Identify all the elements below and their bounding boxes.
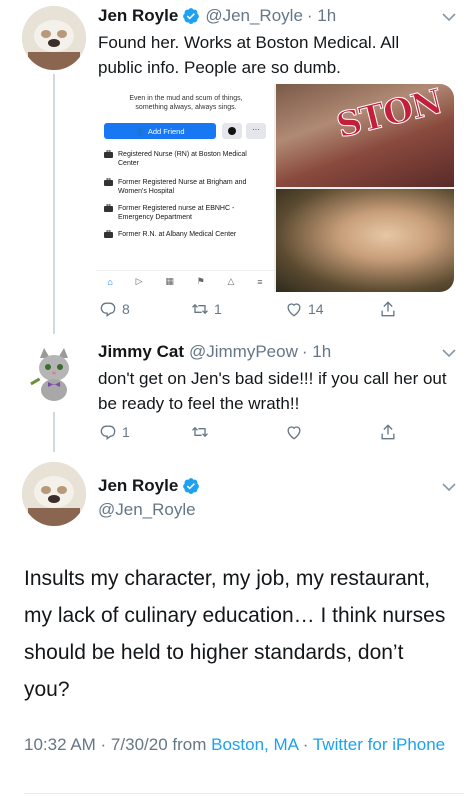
facebook-profile-screenshot: Even in the mud and scum of things, some…: [96, 84, 274, 292]
thread-line: [53, 412, 55, 452]
reply-count: 8: [122, 301, 130, 317]
menu-icon: ≡: [257, 276, 263, 287]
more-button: ···: [246, 123, 266, 139]
tweet-media[interactable]: Even in the mud and scum of things, some…: [96, 84, 454, 292]
chevron-down-icon[interactable]: [442, 12, 456, 22]
avatar-jen-royle[interactable]: [22, 462, 86, 526]
job-text: Former R.N. at Albany Medical Center: [118, 231, 237, 238]
briefcase-icon: [104, 178, 113, 186]
add-friend-button: 👤 Add Friend: [104, 123, 216, 139]
author-name[interactable]: Jen Royle: [98, 6, 178, 26]
tweet-text: don't get on Jen's bad side!!! if you ca…: [98, 369, 447, 413]
add-friend-icon: 👤: [135, 126, 145, 136]
marketplace-icon: ▦: [165, 276, 174, 286]
briefcase-icon: [104, 204, 113, 212]
like-button[interactable]: 14: [284, 299, 324, 319]
verified-badge-icon: [183, 478, 200, 494]
flag-icon: ⚑: [196, 276, 205, 286]
separator: ·: [298, 735, 313, 754]
job-text: Former Registered Nurse at Brigham and W…: [118, 179, 247, 195]
motto-line: Even in the mud and scum of things,: [129, 95, 243, 102]
share-icon: [381, 424, 395, 440]
home-icon: ⌂: [107, 276, 113, 287]
retweet-button[interactable]: [190, 422, 210, 442]
like-button[interactable]: [284, 422, 304, 442]
reply-icon: [100, 425, 116, 440]
retweet-button[interactable]: 1: [190, 299, 222, 319]
like-count: 14: [308, 301, 324, 317]
retweet-icon: [192, 303, 208, 315]
tweet-text: Found her. Works at Boston Medical. All …: [98, 33, 400, 77]
divider: [24, 793, 464, 794]
job-entry: Former Registered nurse at EBNHC - Emerg…: [104, 204, 268, 222]
bell-icon: △: [227, 276, 235, 286]
job-entry: Former Registered Nurse at Brigham and W…: [104, 178, 268, 196]
share-button[interactable]: [378, 299, 398, 319]
author-handle[interactable]: @JimmyPeow: [189, 342, 298, 362]
author-name[interactable]: Jimmy Cat: [98, 342, 184, 362]
reply-count: 1: [122, 424, 130, 440]
retweet-icon: [192, 426, 208, 438]
tweet-time[interactable]: · 1h: [307, 6, 336, 26]
briefcase-icon: [104, 150, 113, 158]
briefcase-icon: [104, 230, 113, 238]
author-handle[interactable]: @Jen_Royle: [205, 6, 303, 26]
chevron-down-icon[interactable]: [442, 482, 456, 492]
like-icon: [287, 426, 301, 440]
photo-selfie: [276, 189, 454, 292]
verified-badge-icon: [183, 8, 200, 24]
messenger-icon: [228, 127, 236, 135]
tweet-metadata: 10:32 AM · 7/30/20 from Boston, MA · Twi…: [24, 733, 454, 756]
motto-line: something always, always sings.: [135, 104, 237, 111]
author-name[interactable]: Jen Royle: [98, 476, 178, 496]
retweet-count: 1: [214, 301, 222, 317]
video-icon: ▷: [135, 276, 143, 286]
author-handle[interactable]: @Jen_Royle: [98, 500, 196, 520]
job-text: Registered Nurse (RN) at Boston Medical …: [118, 151, 247, 167]
tweet-text: Insults my character, my job, my restaur…: [24, 567, 446, 701]
messenger-button: [222, 123, 242, 139]
reply-icon: [100, 302, 116, 317]
job-text: Former Registered nurse at EBNHC - Emerg…: [118, 205, 235, 221]
job-entry: Registered Nurse (RN) at Boston Medical …: [104, 150, 268, 168]
facebook-nav-bar: ⌂ ▷ ▦ ⚑ △ ≡: [96, 270, 274, 292]
like-icon: [287, 303, 301, 317]
chevron-down-icon[interactable]: [442, 348, 456, 358]
avatar-jimmy-cat[interactable]: [22, 340, 86, 404]
tweet-timestamp[interactable]: 10:32 AM · 7/30/20 from: [24, 735, 211, 754]
location-link[interactable]: Boston, MA: [211, 735, 298, 754]
tweet-time[interactable]: · 1h: [302, 342, 331, 362]
reply-button[interactable]: 1: [98, 422, 130, 442]
share-icon: [381, 301, 395, 317]
source-link[interactable]: Twitter for iPhone: [313, 735, 445, 754]
add-friend-label: Add Friend: [147, 126, 185, 136]
thread-line: [53, 74, 55, 334]
reply-button[interactable]: 8: [98, 299, 130, 319]
share-button[interactable]: [378, 422, 398, 442]
job-entry: Former R.N. at Albany Medical Center: [104, 230, 268, 239]
profile-motto: Even in the mud and scum of things, some…: [110, 94, 262, 112]
avatar-jen-royle[interactable]: [22, 6, 86, 70]
